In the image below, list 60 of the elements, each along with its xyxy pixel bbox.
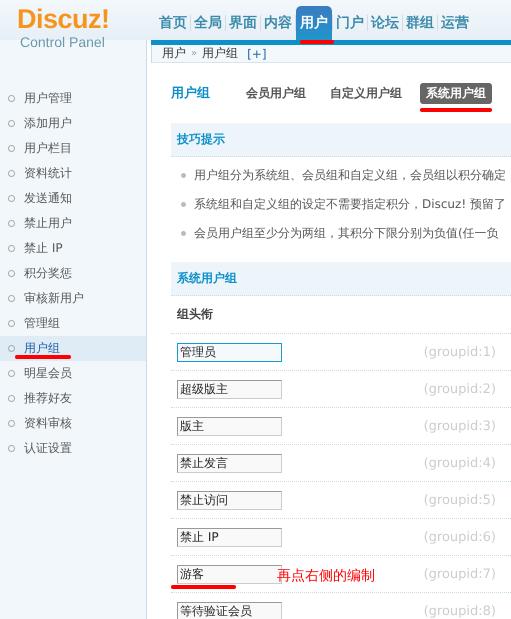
logo-subtitle: Control Panel [20,34,105,50]
circle-bullet-icon [8,395,15,402]
title-input[interactable]: 等待验证会员 [177,602,282,619]
sidebar-item[interactable]: 积分奖惩 [24,265,72,282]
sidebar-item[interactable]: 审核新用户 [24,290,84,307]
logo-title: Discuz! [17,4,110,34]
circle-bullet-icon [8,145,15,152]
sidebar-item[interactable]: 管理组 [24,315,60,332]
add-link[interactable]: [+] [247,46,267,60]
title-input[interactable]: 禁止访问 [177,490,282,510]
title-input[interactable]: 禁止发言 [177,454,282,472]
circle-bullet-icon [8,270,15,277]
title-input[interactable]: 超级版主 [177,380,282,398]
tip-text: 系统组和自定义组的设定不需要指定积分，Discuz! 预留了 [194,196,506,213]
bullet-icon [181,202,186,207]
circle-bullet-icon [8,195,15,202]
title-input[interactable]: 版主 [177,416,282,436]
sidebar-item[interactable]: 禁止 IP [24,240,63,257]
sidebar-item[interactable]: 推荐好友 [24,390,72,407]
tip-text: 会员用户组至少分为两组，其积分下限分别为负值(任一负 [194,225,499,242]
bullet-icon [181,231,186,236]
title-input[interactable]: 管理员 [177,342,282,362]
bullet-icon [181,173,186,178]
circle-bullet-icon [8,95,15,102]
circle-bullet-icon [8,420,15,427]
sidebar-item[interactable]: 资料审核 [24,415,72,432]
circle-bullet-icon [8,370,15,377]
circle-bullet-icon [8,245,15,252]
section-header: 技巧提示 [171,123,511,157]
nav-tab[interactable]: 群组 [403,6,437,40]
circle-bullet-icon [8,120,15,127]
sidebar-item[interactable]: 用户组 [24,340,60,357]
tab[interactable]: 会员用户组 [240,82,312,104]
tab[interactable]: 自定义用户组 [324,82,408,104]
title-input[interactable]: 禁止 IP [177,528,282,546]
nav-tab[interactable]: 门户 [333,6,367,40]
breadcrumb-item: 用户组 [202,45,238,62]
sidebar-item[interactable]: 添加用户 [24,115,72,132]
nav-tab[interactable]: 运营 [438,6,472,40]
sidebar-item[interactable]: 认证设置 [24,440,72,457]
sidebar-item[interactable]: 用户管理 [24,90,72,107]
circle-bullet-icon [8,320,15,327]
sidebar-item[interactable]: 用户栏目 [24,140,72,157]
page-title: 用户组 [171,84,210,102]
section-header: 系统用户组 [171,262,511,296]
sidebar-item[interactable]: 发送通知 [24,190,72,207]
sidebar-item[interactable]: 明星会员 [24,365,72,382]
circle-bullet-icon [8,220,15,227]
circle-bullet-icon [8,170,15,177]
sidebar-item[interactable]: 资料统计 [24,165,72,182]
circle-bullet-icon [8,345,15,352]
circle-bullet-icon [8,445,15,452]
tab[interactable]: 系统用户组 [420,82,492,104]
sidebar-item[interactable]: 禁止用户 [24,215,72,232]
circle-bullet-icon [8,295,15,302]
column-header: 组头衔 [177,306,213,323]
nav-tab[interactable]: 用户 [296,6,332,40]
breadcrumb-separator: » [191,48,198,59]
tip-text: 用户组分为系统组、会员组和自定义组，会员组以积分确定 [194,167,506,184]
breadcrumb-item[interactable]: 用户 [162,45,186,62]
